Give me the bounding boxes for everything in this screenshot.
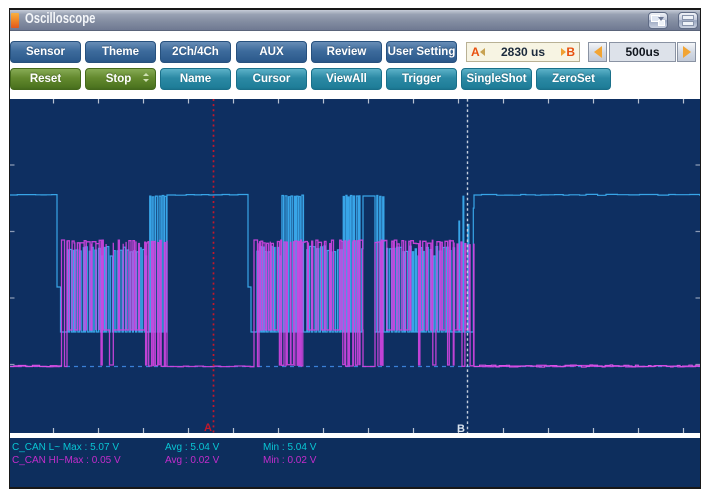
svg-text:B: B (457, 423, 465, 433)
svg-text:A: A (204, 422, 212, 433)
